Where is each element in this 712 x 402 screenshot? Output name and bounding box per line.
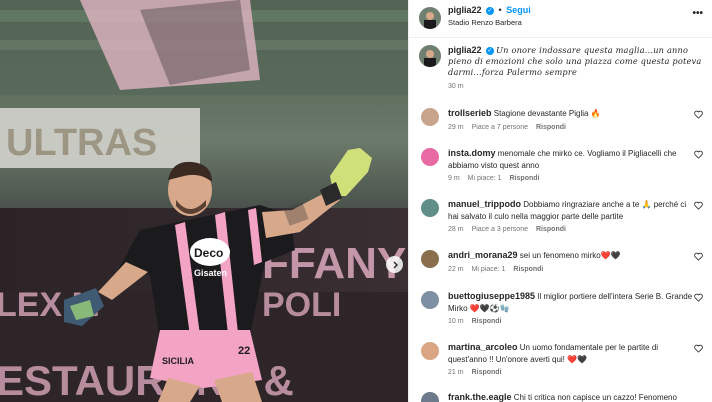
comment-username[interactable]: trollserieb	[448, 108, 492, 118]
caption-username[interactable]: piglia22	[448, 45, 482, 55]
comment-text: Stagione devastante Piglia 🔥	[493, 109, 601, 118]
heart-icon[interactable]	[694, 252, 703, 261]
caption-text: piglia22 ✓ Un onore indossare questa mag…	[448, 45, 706, 78]
banner-ultras-text: ULTRAS	[6, 122, 157, 164]
more-horizontal-icon[interactable]: •••	[692, 8, 703, 19]
caption-timestamp[interactable]: 30 m	[448, 83, 464, 90]
comment-avatar[interactable]	[421, 199, 439, 217]
comment-avatar[interactable]	[421, 148, 439, 166]
comment-likes[interactable]: Piace a 7 persone	[472, 124, 528, 131]
comment-username[interactable]: manuel_trippodo	[448, 199, 521, 209]
ad-text-3: POLI	[262, 286, 341, 324]
reply-button[interactable]: Rispondi	[536, 226, 566, 233]
comment-time[interactable]: 28 m	[448, 226, 464, 233]
author-avatar[interactable]	[419, 7, 441, 29]
comment-likes[interactable]: Piace a 3 persone	[472, 226, 528, 233]
comment-avatar[interactable]	[421, 108, 439, 126]
comment-time[interactable]: 22 m	[448, 266, 464, 273]
post-header: piglia22 ✓ • Segui Stadio Renzo Barbera …	[409, 0, 712, 38]
heart-icon[interactable]	[694, 110, 703, 119]
shorts-text: SICILIA	[162, 356, 195, 366]
comment-time[interactable]: 21 m	[448, 369, 464, 376]
shirt-brand-text: Gisaten	[194, 268, 227, 278]
dot-separator: •	[498, 5, 502, 15]
comment-time[interactable]: 9 m	[448, 175, 460, 182]
heart-icon[interactable]	[694, 201, 703, 210]
heart-icon[interactable]	[694, 344, 703, 353]
shirt-sponsor-text: Deco	[194, 246, 223, 260]
comment-username[interactable]: buettogiuseppe1985	[448, 291, 535, 301]
comment-avatar[interactable]	[421, 392, 439, 402]
player-photo: ULTRAS FFANY LEX M POLI ESTAURANT & Deco…	[0, 0, 408, 402]
post-location[interactable]: Stadio Renzo Barbera	[448, 18, 522, 27]
comment-likes[interactable]: Mi piace: 1	[468, 175, 502, 182]
reply-button[interactable]: Rispondi	[510, 175, 540, 182]
next-photo-button[interactable]	[386, 256, 403, 273]
comment-text: Chi ti critica non capisce un cazzo! Fen…	[513, 393, 677, 402]
avatar-image	[419, 45, 441, 67]
comment-avatar[interactable]	[421, 342, 439, 360]
comment-text: sei un fenomeno mirko❤️🖤	[519, 251, 621, 260]
heart-icon[interactable]	[694, 150, 703, 159]
comment-avatar[interactable]	[421, 291, 439, 309]
post-photo[interactable]: ULTRAS FFANY LEX M POLI ESTAURANT & Deco…	[0, 0, 408, 402]
author-username[interactable]: piglia22	[448, 5, 482, 15]
comment-username[interactable]: andri_morana29	[448, 250, 518, 260]
reply-button[interactable]: Rispondi	[472, 369, 502, 376]
verified-badge-icon: ✓	[486, 6, 495, 15]
heart-icon[interactable]	[694, 293, 703, 302]
comment-username[interactable]: insta.domy	[448, 148, 496, 158]
comment-likes[interactable]: Mi piace: 1	[472, 266, 506, 273]
comment-avatar[interactable]	[421, 250, 439, 268]
shorts-number: 22	[238, 345, 250, 357]
reply-button[interactable]: Rispondi	[536, 124, 566, 131]
comment-time[interactable]: 10 m	[448, 318, 464, 325]
header-user-line: piglia22 ✓ • Segui	[448, 5, 531, 15]
comment-time[interactable]: 29 m	[448, 124, 464, 131]
reply-button[interactable]: Rispondi	[472, 318, 502, 325]
chevron-right-icon	[393, 261, 398, 268]
caption-avatar[interactable]	[419, 45, 441, 67]
reply-button[interactable]: Rispondi	[513, 266, 543, 273]
verified-badge-icon: ✓	[485, 46, 494, 55]
post-side-panel: piglia22 ✓ • Segui Stadio Renzo Barbera …	[408, 0, 712, 402]
comment-username[interactable]: frank.the.eagle	[448, 392, 512, 402]
comment-username[interactable]: martina_arcoleo	[448, 342, 518, 352]
avatar-image	[419, 7, 441, 29]
follow-button[interactable]: Segui	[506, 5, 531, 15]
